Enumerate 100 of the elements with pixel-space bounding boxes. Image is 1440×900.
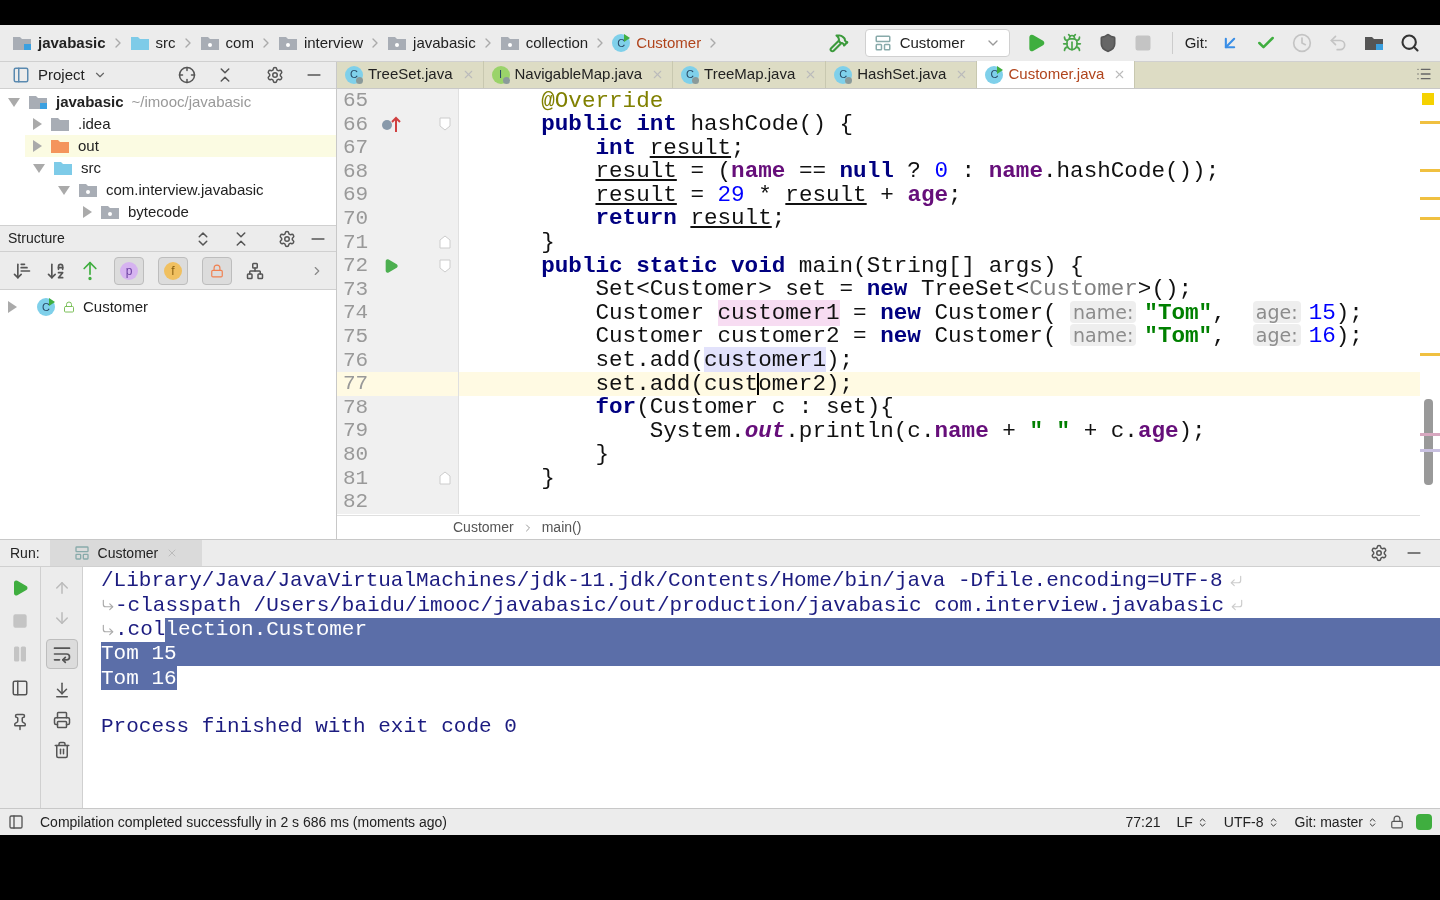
module-folder-icon — [12, 36, 32, 50]
tool-windows-icon[interactable] — [8, 814, 24, 830]
fold-icon[interactable] — [439, 117, 451, 132]
updown-icon — [1367, 816, 1378, 828]
line-separator-selector[interactable]: LF — [1176, 811, 1208, 833]
pause-icon — [11, 645, 29, 663]
breadcrumb-item[interactable]: interview — [277, 31, 364, 55]
editor-tab[interactable]: C TreeMap.java — [673, 61, 827, 88]
wrap-icon — [51, 644, 72, 664]
breadcrumb-item[interactable]: C Customer — [612, 31, 702, 55]
code-line: result = (name == null ? 0 : name.hashCode()); — [594, 160, 1220, 183]
tree-label[interactable]: src — [81, 156, 101, 180]
pin-icon — [11, 713, 29, 731]
code-breadcrumb[interactable]: Customer — [453, 517, 514, 538]
editor-tab[interactable]: I NavigableMap.java — [483, 61, 674, 88]
tree-label[interactable]: out — [78, 134, 99, 158]
branches-icon — [246, 261, 264, 280]
tree-label[interactable]: bytecode — [128, 200, 189, 224]
line-number: 76 — [342, 347, 370, 374]
show-lambdas-button[interactable] — [246, 261, 264, 280]
fold-icon[interactable] — [439, 235, 451, 250]
tab-list-icon[interactable] — [1416, 66, 1432, 82]
git-branch-selector[interactable]: Git: master — [1294, 811, 1378, 833]
fold-icon[interactable] — [439, 258, 451, 273]
pin-button[interactable] — [11, 713, 29, 731]
build-button[interactable] — [828, 33, 849, 53]
package-icon — [277, 36, 298, 50]
console-line: Process finished with exit code 0 — [101, 714, 517, 740]
class-icon: C — [612, 34, 631, 52]
settings-icon[interactable] — [278, 229, 296, 248]
code-line: set.add(customer2); — [594, 372, 854, 396]
window-icon — [73, 545, 90, 561]
structure-label[interactable]: Customer — [83, 295, 149, 319]
expanded-arrow-icon[interactable] — [33, 163, 45, 173]
code-breadcrumb[interactable]: main() — [541, 517, 582, 538]
debug-button[interactable] — [1061, 33, 1082, 53]
show-inherited-button[interactable] — [80, 260, 100, 281]
package-icon — [199, 36, 220, 50]
project-view-dropdown[interactable]: Project — [38, 63, 107, 87]
settings-icon[interactable] — [1370, 544, 1388, 562]
print-button[interactable] — [52, 711, 71, 729]
collapsed-arrow-icon[interactable] — [33, 140, 42, 152]
tree-label[interactable]: javabasic — [56, 90, 124, 114]
show-properties-button[interactable]: p — [114, 256, 144, 285]
run-tab[interactable]: Customer — [49, 540, 203, 566]
tree-label[interactable]: .idea — [78, 112, 111, 136]
bug-icon — [1061, 33, 1082, 53]
console-line: Tom 15 — [101, 641, 1440, 667]
clock-icon — [1292, 33, 1312, 53]
breadcrumb-item[interactable]: javabasic — [12, 31, 106, 55]
package-icon — [499, 36, 520, 50]
arrow-up-icon — [80, 260, 100, 281]
show-non-public-button[interactable] — [202, 256, 232, 285]
lock-icon[interactable] — [1390, 815, 1404, 829]
undo-icon — [1328, 33, 1348, 53]
breadcrumb-item[interactable]: com — [199, 31, 254, 55]
module-folder-icon — [28, 95, 48, 109]
printer-icon — [52, 711, 71, 729]
wrap-icon — [101, 598, 115, 613]
line-number: 81 — [342, 465, 370, 492]
breadcrumb-item[interactable]: collection — [499, 31, 589, 55]
search-button[interactable] — [1400, 33, 1420, 53]
event-log-icon[interactable] — [1416, 814, 1432, 830]
collapsed-arrow-icon[interactable] — [8, 301, 17, 313]
project-structure-button[interactable] — [1364, 36, 1384, 50]
code-line: } — [594, 443, 610, 466]
clear-button[interactable] — [52, 741, 71, 759]
expanded-arrow-icon[interactable] — [58, 185, 70, 195]
override-icon — [381, 115, 401, 134]
status-message: Compilation completed successfully in 2 s 686 ms (moments ago) — [40, 812, 447, 832]
package-icon — [387, 36, 408, 50]
run-configuration-dropdown[interactable]: Customer — [864, 29, 1010, 57]
breadcrumb-item[interactable]: javabasic — [387, 31, 476, 55]
code-line: public static void main(String[] args) { — [540, 254, 1084, 278]
stop-icon — [12, 613, 28, 629]
code-line: return result; — [594, 207, 786, 231]
run-icon[interactable] — [383, 257, 399, 274]
project-icon — [12, 66, 30, 84]
play-icon — [11, 579, 29, 597]
expanded-arrow-icon[interactable] — [8, 97, 20, 107]
locate-icon[interactable] — [178, 66, 196, 84]
line-number: 82 — [342, 489, 370, 516]
line-number: 71 — [342, 229, 370, 256]
soft-wrap-button[interactable] — [45, 639, 78, 669]
caret-position[interactable]: 77:21 — [1125, 811, 1161, 833]
console-line: -classpath /Users/baidu/imooc/javabasic/out/production/javabasic com.interview.javabasic — [115, 593, 1224, 618]
code-line: Set<Customer> set = new TreeSet<Customer>(); — [595, 278, 1193, 301]
class-icon: C — [345, 65, 363, 84]
class-icon: C — [681, 65, 700, 84]
fold-icon[interactable] — [439, 471, 451, 486]
encoding-selector[interactable]: UTF-8 — [1223, 811, 1279, 833]
stop-icon — [1133, 34, 1152, 52]
tree-path: ~/imooc/javabasic — [131, 91, 252, 112]
breadcrumb-item[interactable]: src — [129, 31, 176, 55]
code-line: Customer customer1 = new Customer( name: "Tom", age: 15); — [594, 301, 1363, 325]
rerun-button[interactable] — [11, 579, 29, 597]
tree-label[interactable]: com.interview.javabasic — [106, 178, 264, 202]
restore-layout-button[interactable] — [11, 679, 29, 697]
settings-icon[interactable] — [266, 66, 284, 84]
editor-tab[interactable]: C TreeSet.java — [337, 61, 484, 88]
